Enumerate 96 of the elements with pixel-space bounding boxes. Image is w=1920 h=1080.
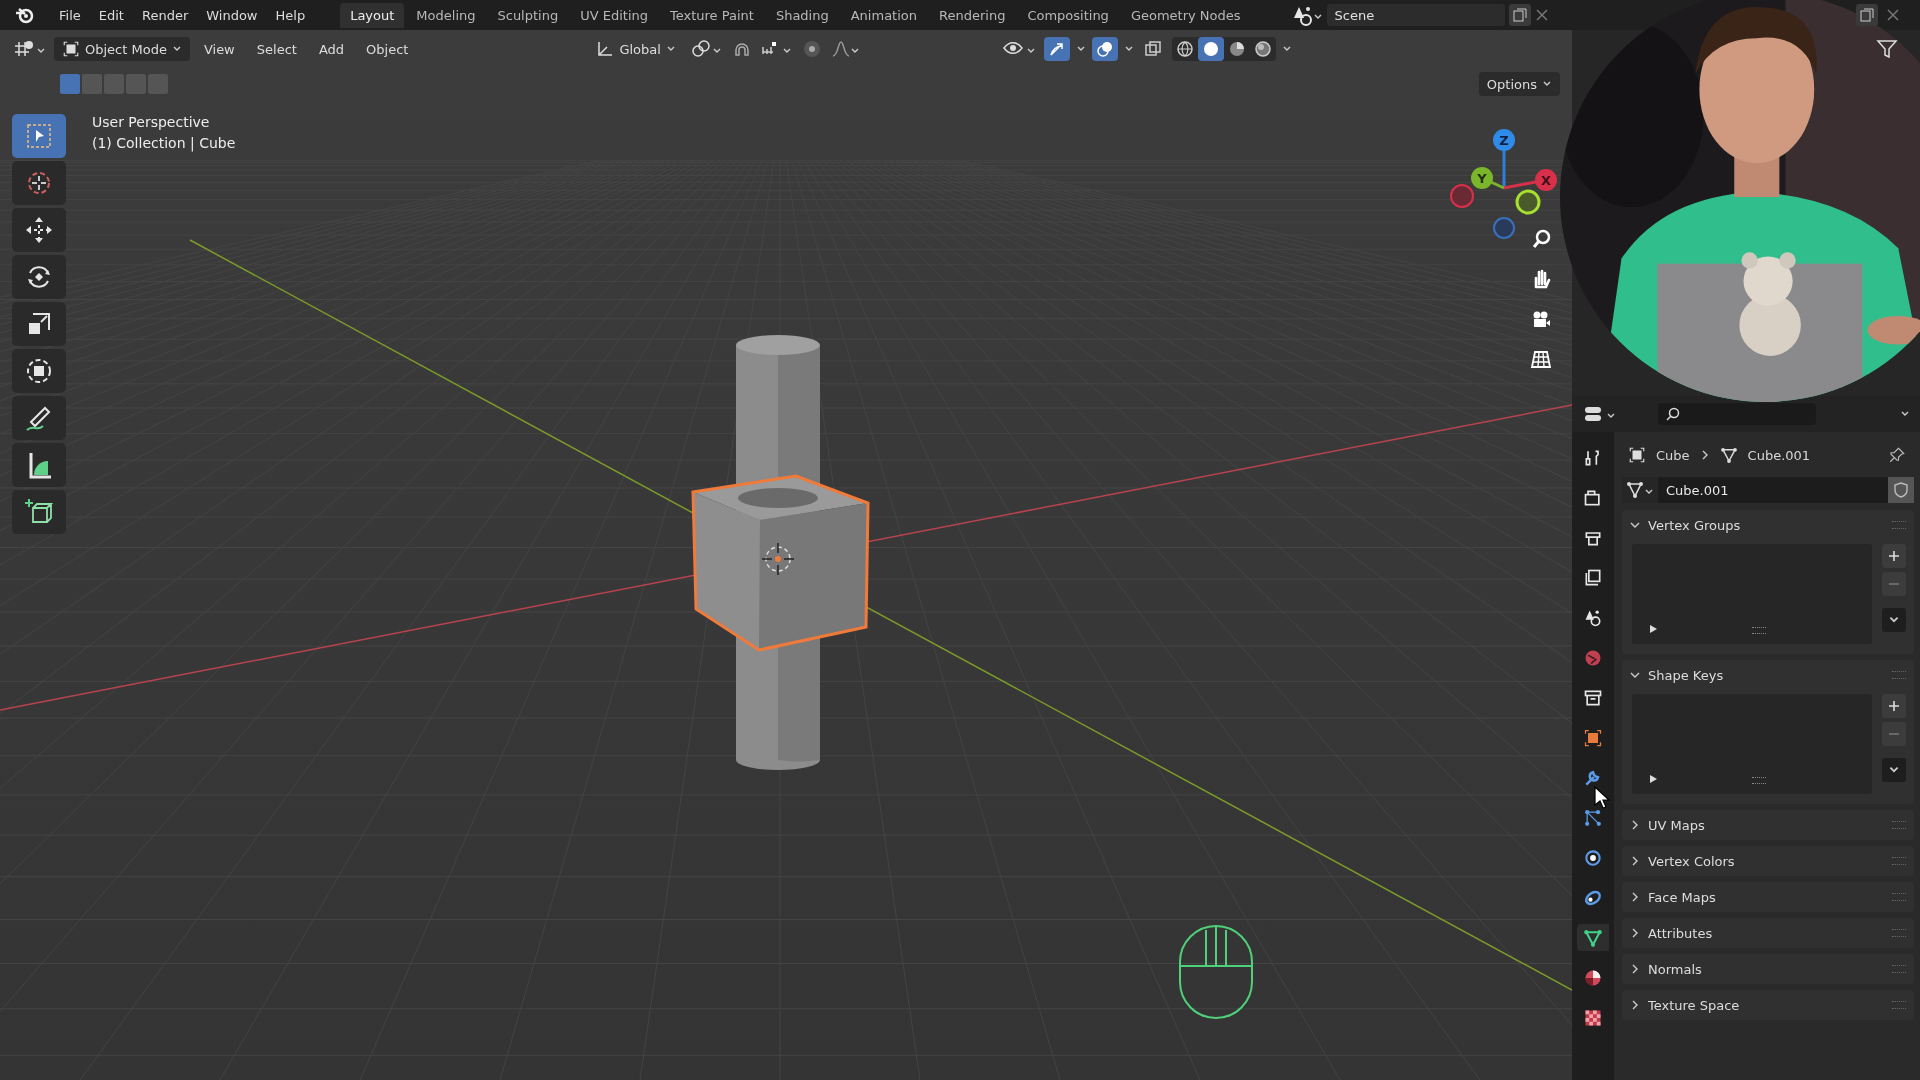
orientation-dropdown[interactable]: Global [588,37,684,61]
search-field[interactable] [1658,403,1816,425]
mouse-pointer-icon [1594,786,1612,810]
cursor-tool[interactable] [12,161,66,205]
triangle-mesh-icon [1583,927,1603,948]
caret-down-icon [1630,520,1640,530]
solid-shading-button[interactable] [1198,37,1224,61]
close-icon[interactable] [1886,8,1900,22]
panel-title: Normals [1648,961,1702,977]
menu-item[interactable]: Render [132,3,198,27]
panel-header[interactable]: UV Maps [1630,810,1906,840]
specials-menu-button[interactable] [1882,758,1906,782]
mode-dropdown[interactable]: Object Mode [54,37,190,61]
caret-right-icon [1630,928,1640,938]
workspace-tab[interactable]: UV Editing [570,2,658,28]
add-button[interactable] [1882,544,1906,568]
square-icon [1583,727,1603,748]
menu-item[interactable]: File [50,3,90,27]
menu-item[interactable]: Select [248,37,305,61]
specials-menu-button[interactable] [1882,608,1906,632]
origin-icon [761,542,795,576]
axes-icon [596,40,615,58]
copy-icon [1860,8,1874,22]
panel-header[interactable]: Face Maps [1630,882,1906,912]
workspace-tab[interactable]: Sculpting [487,2,569,28]
shield-button[interactable] [1888,477,1914,503]
pin-icon[interactable] [1888,446,1906,464]
workspace-tab[interactable]: Layout [340,2,405,28]
mouse-icon [1179,925,1253,1019]
close-icon[interactable] [1534,8,1549,22]
caret-down-icon [1630,670,1640,680]
orbit-icon [1583,847,1603,868]
copy-button[interactable] [1508,4,1531,26]
object-icon [1628,446,1646,464]
copy-button[interactable] [1856,4,1878,26]
workspace-tab[interactable]: Animation [840,2,927,28]
overlays-toggle[interactable] [1092,37,1118,61]
transform-tool[interactable] [12,349,66,393]
copy-icon [1512,8,1527,22]
caret-right-icon [1630,892,1640,902]
axis-gizmo[interactable]: Z Y X [1448,120,1558,260]
panel-title: Attributes [1648,925,1713,941]
annotate-tool[interactable] [12,396,66,440]
workspace-tab[interactable]: Shading [765,2,839,28]
panel-title: Texture Space [1648,997,1740,1013]
menu-item[interactable]: Help [266,3,315,27]
scale-tool[interactable] [12,302,66,346]
panel-header[interactable]: Normals [1630,954,1906,984]
gizmo-toggle[interactable] [1044,37,1070,61]
viewport-info-text: (1) Collection | Cube [92,135,236,151]
caret-right-icon [1630,964,1640,974]
panel-header[interactable]: Texture Space [1630,990,1906,1020]
mesh-icon [1719,446,1738,464]
breadcrumb-item: Cube.001 [1747,447,1811,463]
panel-header[interactable]: Attributes [1630,918,1906,948]
panel-header[interactable]: Vertex Groups [1630,510,1906,540]
search-icon [1666,407,1680,421]
panel-title: UV Maps [1648,817,1705,833]
move-tool[interactable] [12,208,66,252]
menu-item[interactable]: Add [310,37,353,61]
panel-header[interactable]: Vertex Colors [1630,846,1906,876]
viewport-info-text: User Perspective [92,114,211,130]
data-tab[interactable] [1577,924,1609,951]
blender-logo-icon[interactable] [14,5,34,25]
menu-item[interactable]: Window [197,3,267,27]
play-icon [1648,624,1658,634]
particles-icon [1583,807,1603,828]
mesh-browse-button[interactable] [1622,477,1658,503]
measure-tool[interactable] [12,443,66,487]
caret-right-icon [1630,856,1640,866]
panel-header[interactable]: Shape Keys [1630,660,1906,690]
workspace-tab[interactable]: Geometry Nodes [1120,2,1251,28]
scene-field[interactable]: Scene [1326,4,1505,26]
menu-item[interactable]: Object [358,37,417,61]
add-cube-tool[interactable] [12,490,66,534]
workspace-tab[interactable]: Modeling [406,2,486,28]
workspace-tab[interactable]: Rendering [929,2,1016,28]
workspace-tab[interactable]: Compositing [1017,2,1119,28]
breadcrumb-item: Cube [1656,447,1690,463]
caret-right-icon [1630,820,1640,830]
options-dropdown[interactable]: Options [1478,72,1560,96]
panel-title: Vertex Groups [1648,517,1741,533]
layers-icon [1583,567,1603,588]
rotate-tool[interactable] [12,255,66,299]
panel-title: Shape Keys [1648,667,1724,683]
caret-right-icon [1630,1000,1640,1010]
play-icon [1648,774,1658,784]
workspace-tab[interactable]: Texture Paint [660,2,764,28]
mesh-name-field[interactable]: Cube.001 [1658,477,1888,503]
filter-icon[interactable] [1876,38,1898,60]
panel-title: Face Maps [1648,889,1716,905]
add-button[interactable] [1882,694,1906,718]
object-mode-icon [62,40,80,58]
menu-item[interactable]: Edit [89,3,133,27]
menu-item[interactable]: View [195,37,243,61]
panel-title: Vertex Colors [1648,853,1735,869]
